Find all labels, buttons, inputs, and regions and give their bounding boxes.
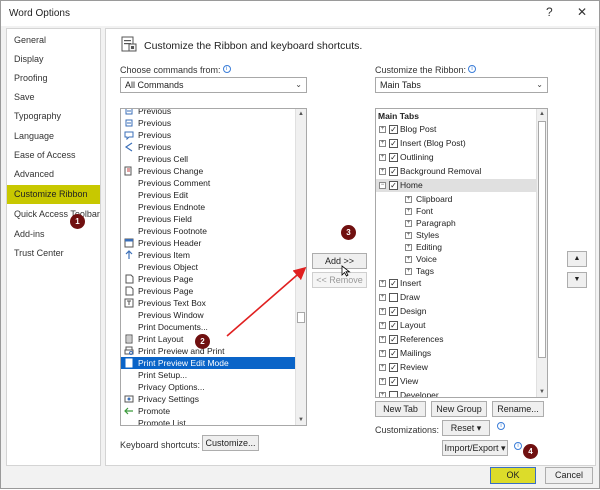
annotation-overlay bbox=[226, 266, 307, 337]
word-options-dialog: Word Options ? ✕ General Display Proofing S… bbox=[0, 0, 600, 489]
step-marker-4: 4 bbox=[523, 444, 538, 459]
step-marker-1: 1 bbox=[70, 214, 85, 229]
step-marker-3: 3 bbox=[341, 225, 356, 240]
step-marker-2: 2 bbox=[195, 334, 210, 349]
annotation-arrow bbox=[226, 266, 307, 337]
mouse-cursor-icon bbox=[341, 265, 351, 277]
